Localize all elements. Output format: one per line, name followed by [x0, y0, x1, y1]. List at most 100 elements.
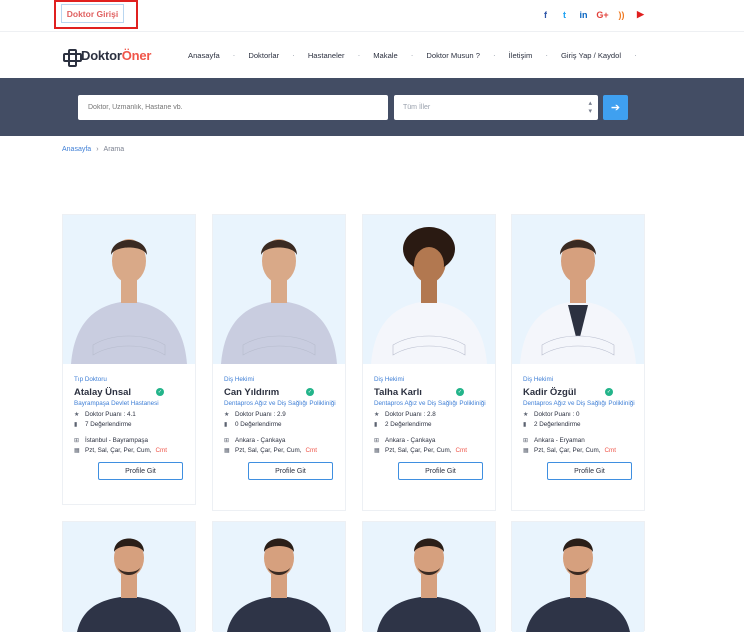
- doctor-score-text: Doktor Puanı : 2.9: [235, 411, 286, 418]
- calendar-icon: ▦: [374, 448, 380, 454]
- doctor-location-text: Ankara - Çankaya: [385, 437, 436, 444]
- doctor-photo[interactable]: [363, 522, 495, 632]
- doctor-name[interactable]: Can Yıldırım: [224, 387, 279, 398]
- facebook-icon[interactable]: f: [540, 9, 551, 20]
- doctor-hospital[interactable]: Dentapros Ağız ve Diş Sağlığı Polikliniğ…: [224, 400, 340, 408]
- doctor-hospital[interactable]: Dentapros Ağız ve Diş Sağlığı Polikliniğ…: [374, 400, 490, 408]
- youtube-icon[interactable]: ▶: [635, 9, 646, 20]
- hospital-building-icon: ⊞: [523, 438, 529, 444]
- doctor-login-button[interactable]: Doktor Girişi: [61, 4, 124, 23]
- search-input[interactable]: [78, 95, 388, 120]
- doctor-reviews: ▮ 0 Değerlendirme: [224, 421, 345, 428]
- doctor-card: [511, 521, 645, 632]
- doctor-photo-illustration: [221, 239, 337, 364]
- doctor-hospital[interactable]: Bayrampaşa Devlet Hastanesi: [74, 400, 190, 408]
- profile-button[interactable]: Profile Git: [248, 462, 333, 480]
- doctor-location-text: Ankara - Çankaya: [235, 437, 286, 444]
- doctor-reviews: ▮ 2 Değerlendirme: [374, 421, 495, 428]
- doctor-hospital[interactable]: Dentapros Ağız ve Diş Sağlığı Polikliniğ…: [523, 400, 639, 408]
- logo-text-accent: Öner: [121, 48, 152, 63]
- doctor-photo[interactable]: [512, 522, 644, 632]
- doctor-working-days: ▦ Pzt, Sal, Çar, Per, Cum, Cmt: [74, 447, 195, 454]
- nav-item[interactable]: Makale: [373, 51, 397, 60]
- nav-item[interactable]: Anasayfa: [188, 51, 220, 60]
- nav-separator: ·: [292, 51, 295, 60]
- nav-item[interactable]: Giriş Yap / Kaydol: [561, 51, 621, 60]
- clipboard-icon: ▮: [74, 422, 78, 428]
- doctor-score-text: Doktor Puanı : 0: [534, 411, 580, 418]
- doctor-photo[interactable]: [213, 215, 345, 364]
- profile-button[interactable]: Profile Git: [547, 462, 632, 480]
- linkedin-icon[interactable]: in: [578, 9, 589, 20]
- search-submit-button[interactable]: ➔: [603, 95, 628, 120]
- hospital-building-icon: ⊞: [74, 438, 80, 444]
- profile-button[interactable]: Profile Git: [398, 462, 483, 480]
- google-plus-icon[interactable]: G+: [596, 9, 608, 20]
- nav-separator: ·: [357, 51, 361, 60]
- doctor-reviews-text: 2 Değerlendirme: [385, 421, 432, 428]
- nav-item[interactable]: Hastaneler: [308, 51, 345, 60]
- breadcrumb-home-link[interactable]: Anasayfa: [62, 146, 91, 153]
- doctor-card: [212, 521, 346, 632]
- hospital-building-icon: ⊞: [224, 438, 230, 444]
- clipboard-icon: ▮: [224, 422, 228, 428]
- doctor-name[interactable]: Atalay Ünsal: [74, 387, 131, 398]
- twitter-icon[interactable]: t: [559, 9, 570, 20]
- doctor-photo-illustration: [77, 538, 181, 632]
- doctor-days-weekend: Cmt: [604, 447, 617, 454]
- doctor-photo[interactable]: [63, 215, 195, 364]
- doctor-days-weekend: Cmt: [155, 447, 168, 454]
- logo-cross-icon: [63, 48, 82, 67]
- hospital-building-icon: ⊞: [374, 438, 380, 444]
- doctor-photo-illustration: [227, 538, 331, 632]
- logo[interactable]: DoktorÖner: [63, 48, 151, 67]
- doctor-photo-illustration: [377, 538, 481, 632]
- arrow-right-icon: ➔: [610, 102, 621, 114]
- doctor-photo-illustration: [526, 538, 630, 632]
- nav-item[interactable]: İletişim: [509, 51, 533, 60]
- nav-separator: ·: [634, 51, 637, 60]
- doctor-reviews: ▮ 2 Değerlendirme: [523, 421, 644, 428]
- breadcrumb-current: Arama: [103, 146, 125, 153]
- nav-item[interactable]: Doktor Musun ?: [426, 51, 480, 60]
- doctor-photo[interactable]: [363, 215, 495, 364]
- doctor-score: ★ Doktor Puanı : 2.8: [374, 411, 495, 418]
- doctor-days-text: Pzt, Sal, Çar, Per, Cum,: [85, 447, 152, 454]
- doctor-days-weekend: Cmt: [305, 447, 318, 454]
- nav-item[interactable]: Doktorlar: [248, 51, 279, 60]
- doctor-days-text: Pzt, Sal, Çar, Per, Cum,: [385, 447, 452, 454]
- select-arrows-icon: ▴ ▾: [588, 100, 592, 115]
- doctor-location-text: Ankara - Eryaman: [534, 437, 585, 444]
- top-bar: Doktor Girişi f t in G+)) ▶: [0, 0, 744, 32]
- doctor-score: ★ Doktor Puanı : 0: [523, 411, 644, 418]
- doctor-card-body: Tıp Doktoru Atalay Ünsal ✓ Bayrampaşa Devle…: [63, 364, 195, 480]
- star-icon: ★: [374, 412, 380, 418]
- clipboard-icon: ▮: [374, 422, 378, 428]
- doctor-score: ★ Doktor Puanı : 2.9: [224, 411, 345, 418]
- doctor-location: ⊞ Ankara - Çankaya: [224, 437, 345, 444]
- profile-button[interactable]: Profile Git: [98, 462, 183, 480]
- main-nav: Anasayfa · Doktorlar · Hastaneler · Makale · Dok…: [188, 51, 650, 60]
- logo-text-main: Doktor: [81, 48, 122, 63]
- doctor-specialty: Diş Hekimi: [523, 376, 554, 383]
- calendar-icon: ▦: [74, 448, 80, 454]
- breadcrumb-chevron-icon: ›: [96, 146, 99, 153]
- doctor-card: Diş Hekimi Kadir Özgül ✓ Dentapros Ağız ve …: [511, 214, 645, 511]
- doctor-name[interactable]: Talha Karlı: [374, 387, 422, 398]
- breadcrumb: Anasayfa › Arama: [62, 146, 124, 153]
- doctor-photo[interactable]: [512, 215, 644, 364]
- doctor-days-text: Pzt, Sal, Çar, Per, Cum,: [235, 447, 302, 454]
- calendar-icon: ▦: [224, 448, 230, 454]
- doctor-name[interactable]: Kadir Özgül: [523, 387, 576, 398]
- doctor-name-row: Can Yıldırım: [224, 387, 345, 398]
- doctor-photo[interactable]: [63, 522, 195, 632]
- city-select[interactable]: Tüm İller ▴ ▾: [394, 95, 598, 120]
- doctor-reviews-text: 0 Değerlendirme: [235, 421, 282, 428]
- doctor-working-days: ▦ Pzt, Sal, Çar, Per, Cum, Cmt: [523, 447, 644, 454]
- doctor-location: ⊞ İstanbul - Bayrampaşa: [74, 437, 195, 444]
- doctor-working-days: ▦ Pzt, Sal, Çar, Per, Cum, Cmt: [224, 447, 345, 454]
- rss-icon[interactable]: )): [616, 9, 627, 20]
- doctor-photo[interactable]: [213, 522, 345, 632]
- logo-text: DoktorÖner: [81, 48, 151, 63]
- doctor-score-text: Doktor Puanı : 2.8: [385, 411, 436, 418]
